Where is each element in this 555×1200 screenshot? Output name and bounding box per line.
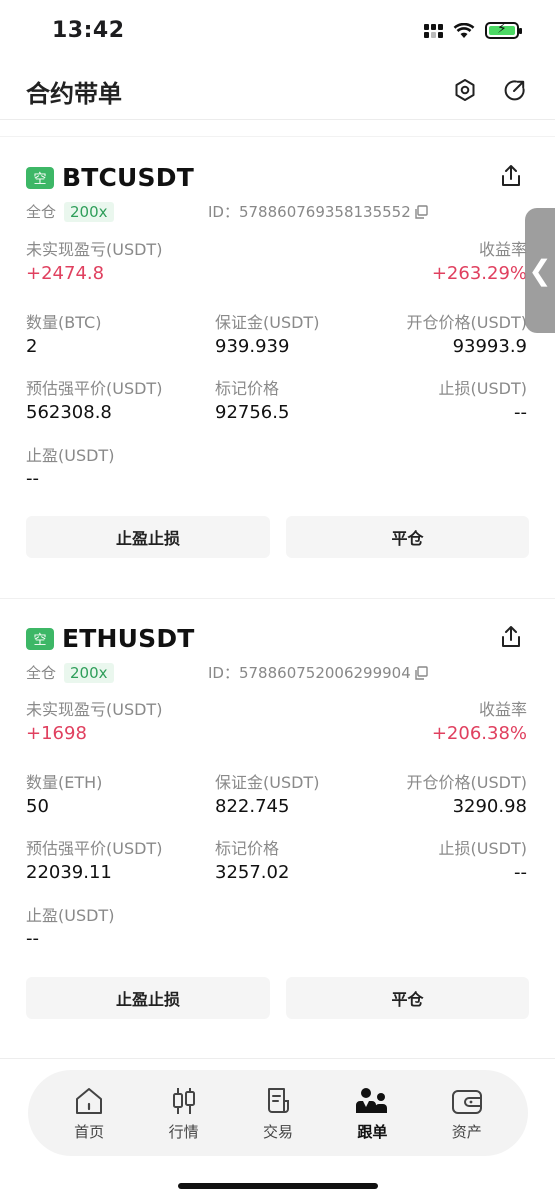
open-price-label: 开仓价格(USDT): [406, 313, 527, 332]
unrealized-pnl-label: 未实现盈亏(USDT): [26, 700, 163, 719]
cellular-icon: [424, 23, 443, 38]
bottom-tab-bar: 首页 行情 交易 跟单 资产: [28, 1070, 528, 1156]
share-icon: [502, 626, 520, 647]
status-icons: ⚡: [424, 21, 522, 39]
battery-icon: ⚡: [485, 21, 522, 39]
tabbar-separator: [0, 1058, 555, 1059]
page-header: 合约带单: [0, 62, 555, 120]
stop-loss-label: 止损(USDT): [438, 839, 527, 858]
quantity-label: 数量(ETH): [26, 773, 103, 792]
margin-mode: 全仓: [26, 664, 57, 682]
stop-loss-value: --: [514, 862, 527, 883]
take-profit-label: 止盈(USDT): [26, 446, 115, 465]
share-button[interactable]: [499, 163, 525, 191]
take-profit-value: --: [26, 468, 39, 489]
quantity-value: 2: [26, 336, 38, 357]
quantity-label: 数量(BTC): [26, 313, 102, 332]
take-profit-label: 止盈(USDT): [26, 906, 115, 925]
close-position-button[interactable]: 平仓: [286, 977, 529, 1019]
unrealized-pnl-value: +2474.8: [26, 263, 105, 284]
tab-label: 交易: [262, 1122, 293, 1141]
close-position-button[interactable]: 平仓: [286, 516, 529, 558]
share-external-button[interactable]: [501, 76, 529, 104]
home-icon: [76, 1087, 103, 1114]
open-price-label: 开仓价格(USDT): [406, 773, 527, 792]
trade-doc-icon: [267, 1087, 289, 1113]
stop-loss-label: 止损(USDT): [438, 379, 527, 398]
copy-trade-icon: [356, 1087, 388, 1113]
status-bar: 13:42 ⚡: [0, 0, 555, 62]
margin-value: 822.745: [215, 796, 290, 817]
copy-icon[interactable]: [414, 204, 428, 219]
header-divider: [0, 119, 555, 120]
tab-copy-trade[interactable]: 跟单: [332, 1085, 412, 1142]
tab-home[interactable]: 首页: [49, 1085, 129, 1142]
tab-trade[interactable]: 交易: [238, 1085, 318, 1142]
wifi-icon: [453, 22, 475, 38]
margin-meta: 全仓 200x: [26, 662, 114, 683]
section-divider: [0, 136, 555, 137]
card-divider: [0, 598, 555, 599]
margin-value: 939.939: [215, 336, 290, 357]
mark-price-value: 3257.02: [215, 862, 290, 883]
tab-label: 首页: [74, 1122, 105, 1141]
mark-price-label: 标记价格: [215, 839, 280, 858]
symbol-row: 空 ETHUSDT: [26, 624, 195, 653]
copy-icon[interactable]: [414, 665, 428, 680]
tpsl-button[interactable]: 止盈止损: [26, 977, 270, 1019]
position-id: ID：578860752006299904: [208, 662, 428, 683]
unrealized-pnl-label: 未实现盈亏(USDT): [26, 240, 163, 259]
position-id: ID：578860769358135552: [208, 201, 428, 222]
position-card: 空 BTCUSDT 全仓 200x ID：578860769358135552 …: [0, 163, 555, 583]
margin-mode: 全仓: [26, 203, 57, 221]
page-title: 合约带单: [26, 80, 122, 108]
leverage-badge: 200x: [64, 662, 114, 683]
tpsl-button[interactable]: 止盈止损: [26, 516, 270, 558]
tab-label: 资产: [451, 1122, 482, 1141]
short-badge: 空: [26, 166, 54, 189]
roi-label: 收益率: [478, 700, 527, 719]
liquidation-price-value: 562308.8: [26, 402, 112, 423]
open-price-value: 93993.9: [452, 336, 527, 357]
stop-loss-value: --: [514, 402, 527, 423]
tab-label: 行情: [168, 1122, 199, 1141]
tab-market[interactable]: 行情: [144, 1085, 224, 1142]
liquidation-price-value: 22039.11: [26, 862, 112, 883]
settings-button[interactable]: [451, 76, 479, 104]
settings-icon: [455, 79, 475, 101]
liquidation-price-label: 预估强平价(USDT): [26, 839, 163, 858]
margin-label: 保证金(USDT): [215, 773, 320, 792]
open-price-value: 3290.98: [452, 796, 527, 817]
leverage-badge: 200x: [64, 201, 114, 222]
position-id-text: ID：578860752006299904: [208, 664, 411, 682]
symbol-row: 空 BTCUSDT: [26, 163, 194, 192]
external-link-icon: [504, 80, 525, 101]
short-badge: 空: [26, 627, 54, 650]
side-drawer-handle[interactable]: ❮: [525, 208, 555, 333]
roi-value: +206.38%: [431, 723, 527, 744]
mark-price-label: 标记价格: [215, 379, 280, 398]
roi-value: +263.29%: [431, 263, 527, 284]
roi-label: 收益率: [478, 240, 527, 259]
status-time: 13:42: [52, 18, 125, 43]
quantity-value: 50: [26, 796, 49, 817]
symbol-name: BTCUSDT: [62, 163, 194, 192]
position-id-text: ID：578860769358135552: [208, 203, 411, 221]
margin-meta: 全仓 200x: [26, 201, 114, 222]
take-profit-value: --: [26, 928, 39, 949]
tab-label: 跟单: [357, 1122, 388, 1141]
liquidation-price-label: 预估强平价(USDT): [26, 379, 163, 398]
unrealized-pnl-value: +1698: [26, 723, 87, 744]
wallet-icon: [451, 1089, 482, 1114]
share-button[interactable]: [499, 624, 525, 652]
candlestick-icon: [172, 1087, 195, 1114]
home-indicator: [178, 1183, 378, 1189]
tab-assets[interactable]: 资产: [427, 1085, 507, 1142]
share-icon: [502, 165, 520, 186]
chevron-left-icon: ❮: [528, 254, 552, 287]
margin-label: 保证金(USDT): [215, 313, 320, 332]
symbol-name: ETHUSDT: [62, 624, 195, 653]
position-card: 空 ETHUSDT 全仓 200x ID：578860752006299904 …: [0, 624, 555, 1044]
mark-price-value: 92756.5: [215, 402, 290, 423]
